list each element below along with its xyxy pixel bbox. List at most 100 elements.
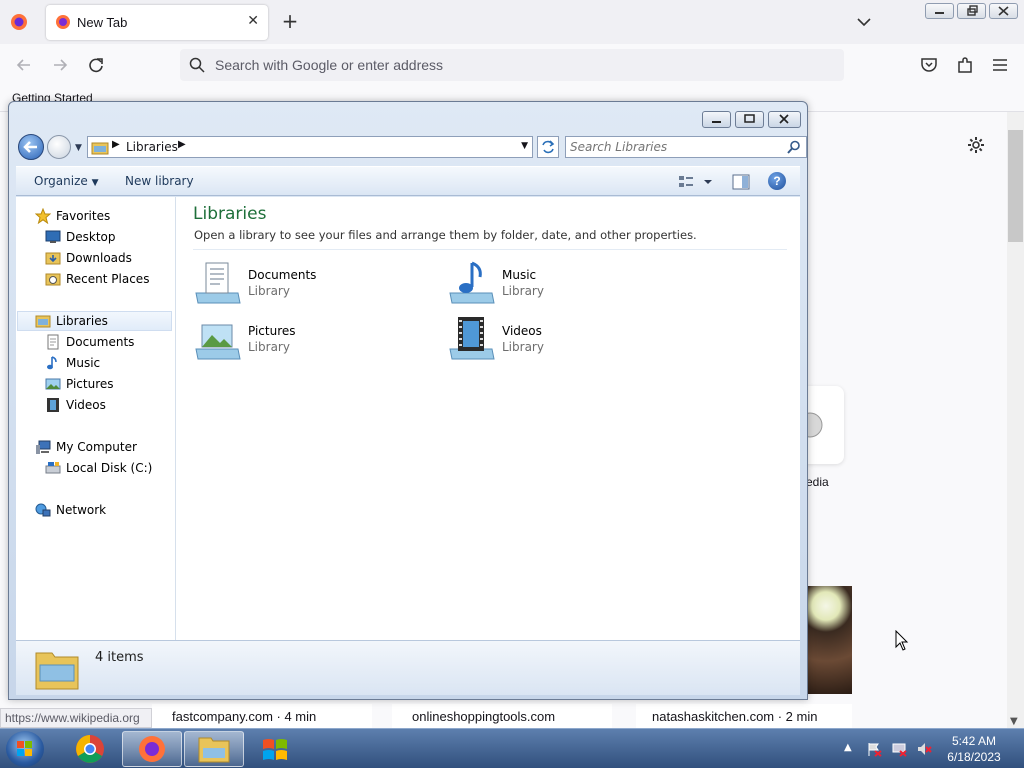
- pictures-library-icon: [195, 324, 241, 360]
- nav-videos[interactable]: Videos: [45, 395, 106, 415]
- command-bar: Organize ▼ New library ?: [16, 166, 800, 196]
- taskbar: ▲ 5:42 AM 6/18/2023: [0, 728, 1024, 768]
- libraries-explorer-window[interactable]: ▼ ▶ Libraries ▶ ▼ Organize ▼ New library…: [8, 101, 808, 700]
- nav-label: Network: [56, 503, 107, 517]
- nav-music[interactable]: Music: [45, 353, 100, 373]
- start-button[interactable]: [6, 731, 44, 767]
- nav-pictures[interactable]: Pictures: [45, 374, 114, 394]
- breadcrumb-libraries[interactable]: Libraries: [126, 140, 178, 154]
- new-tab-plus-icon[interactable]: +: [280, 9, 300, 33]
- list-all-tabs-chevron-icon[interactable]: [855, 13, 873, 31]
- story-image[interactable]: [806, 586, 852, 694]
- taskbar-chrome-button[interactable]: [60, 731, 120, 767]
- tab-close-icon[interactable]: ✕: [247, 13, 259, 29]
- search-box[interactable]: [565, 136, 807, 158]
- firefox-close-button[interactable]: [989, 3, 1018, 19]
- close-button[interactable]: [768, 111, 801, 128]
- library-videos[interactable]: Videos Library: [448, 315, 648, 363]
- address-row: ▼ ▶ Libraries ▶ ▼: [17, 134, 807, 160]
- refresh-button[interactable]: [537, 136, 559, 158]
- nav-my-computer[interactable]: My Computer: [35, 437, 137, 457]
- libraries-icon: [35, 315, 51, 328]
- forward-button[interactable]: [47, 135, 71, 159]
- scroll-down-arrow-icon[interactable]: ▼: [1010, 716, 1018, 727]
- library-type: Library: [502, 284, 544, 298]
- navigation-pane: Favorites Desktop Downloads Recent Place…: [16, 197, 176, 640]
- search-input[interactable]: [570, 139, 780, 155]
- documents-library-icon: [195, 262, 241, 304]
- reload-icon[interactable]: [85, 54, 107, 76]
- firefox-minimize-button[interactable]: [925, 3, 954, 19]
- nav-network[interactable]: Network: [35, 500, 106, 520]
- preview-pane-icon[interactable]: [732, 173, 750, 191]
- recent-pages-dropdown-icon[interactable]: ▼: [75, 143, 82, 153]
- library-music[interactable]: Music Library: [448, 259, 648, 307]
- status-url: https://www.wikipedia.org: [0, 708, 152, 728]
- gear-icon[interactable]: [966, 135, 986, 155]
- nav-label: Documents: [66, 335, 135, 349]
- help-button[interactable]: ?: [768, 172, 786, 190]
- breadcrumb-arrow-icon[interactable]: ▶: [178, 139, 186, 150]
- library-documents[interactable]: Documents Library: [194, 259, 394, 307]
- star-icon: [35, 208, 51, 224]
- computer-icon: [36, 440, 51, 454]
- network-status-icon[interactable]: [891, 741, 907, 757]
- address-bar[interactable]: ▶ Libraries ▶ ▼: [87, 136, 533, 158]
- page-scrollbar[interactable]: ▼: [1007, 112, 1024, 728]
- nav-favorites[interactable]: Favorites: [35, 206, 110, 226]
- windows-logo-icon: [17, 741, 32, 756]
- url-bar[interactable]: Search with Google or enter address: [180, 49, 844, 81]
- chevron-down-icon: ▼: [91, 178, 99, 188]
- taskbar-firefox-button[interactable]: [122, 731, 182, 767]
- pocket-icon[interactable]: [918, 54, 940, 76]
- firefox-icon: [56, 15, 70, 29]
- content-pane: Libraries Open a library to see your fil…: [176, 197, 800, 640]
- taskbar-explorer-button[interactable]: [184, 731, 244, 767]
- music-library-icon: [449, 261, 495, 304]
- item-count: 4 items: [95, 650, 144, 665]
- mouse-cursor-icon: [895, 630, 909, 651]
- nav-label: Pictures: [66, 377, 114, 391]
- nav-recent-places[interactable]: Recent Places: [45, 269, 149, 289]
- nav-desktop[interactable]: Desktop: [45, 227, 116, 247]
- maximize-button[interactable]: [735, 111, 764, 128]
- minimize-button[interactable]: [702, 111, 731, 128]
- library-pictures[interactable]: Pictures Library: [194, 315, 394, 363]
- volume-muted-icon[interactable]: [916, 741, 932, 757]
- nav-local-disk[interactable]: Local Disk (C:): [45, 458, 152, 478]
- taskbar-media-button[interactable]: [246, 731, 306, 767]
- organize-button[interactable]: Organize ▼: [34, 174, 99, 188]
- nav-documents[interactable]: Documents: [45, 332, 134, 352]
- nav-downloads[interactable]: Downloads: [45, 248, 132, 268]
- library-type: Library: [502, 340, 544, 354]
- firefox-view-icon[interactable]: [10, 13, 28, 31]
- firefox-restore-button[interactable]: [957, 3, 986, 19]
- clock[interactable]: 5:42 AM 6/18/2023: [938, 733, 1010, 765]
- story-onlineshoppingtools[interactable]: onlineshoppingtools.com: [392, 704, 612, 728]
- search-icon[interactable]: [787, 140, 801, 154]
- search-icon: [189, 57, 205, 73]
- tab-title: New Tab: [77, 15, 128, 30]
- action-center-flag-icon[interactable]: [866, 741, 882, 757]
- libraries-large-icon: [35, 652, 79, 690]
- address-dropdown-icon[interactable]: ▼: [521, 141, 528, 151]
- story-fastcompany[interactable]: fastcompany.com · 4 min: [152, 704, 372, 728]
- story-natashaskitchen[interactable]: natashaskitchen.com · 2 min: [636, 704, 852, 728]
- nav-libraries[interactable]: Libraries: [17, 311, 172, 331]
- nav-label: Downloads: [66, 251, 132, 265]
- content-title: Libraries: [193, 204, 267, 224]
- new-library-button[interactable]: New library: [125, 174, 194, 188]
- tab-new-tab[interactable]: New Tab ✕: [46, 5, 268, 40]
- film-icon: [47, 398, 59, 412]
- change-view-button[interactable]: [678, 174, 718, 190]
- menu-hamburger-icon[interactable]: [989, 54, 1011, 76]
- desktop-icon: [45, 230, 61, 243]
- scrollbar-thumb[interactable]: [1008, 130, 1023, 242]
- breadcrumb-arrow-icon[interactable]: ▶: [112, 139, 120, 150]
- show-hidden-icons-arrow-icon[interactable]: ▲: [844, 742, 852, 753]
- extensions-puzzle-icon[interactable]: [954, 54, 976, 76]
- view-details-icon: [679, 176, 712, 187]
- back-arrow-icon[interactable]: [13, 54, 35, 76]
- forward-arrow-icon[interactable]: [49, 54, 71, 76]
- back-button[interactable]: [18, 134, 44, 160]
